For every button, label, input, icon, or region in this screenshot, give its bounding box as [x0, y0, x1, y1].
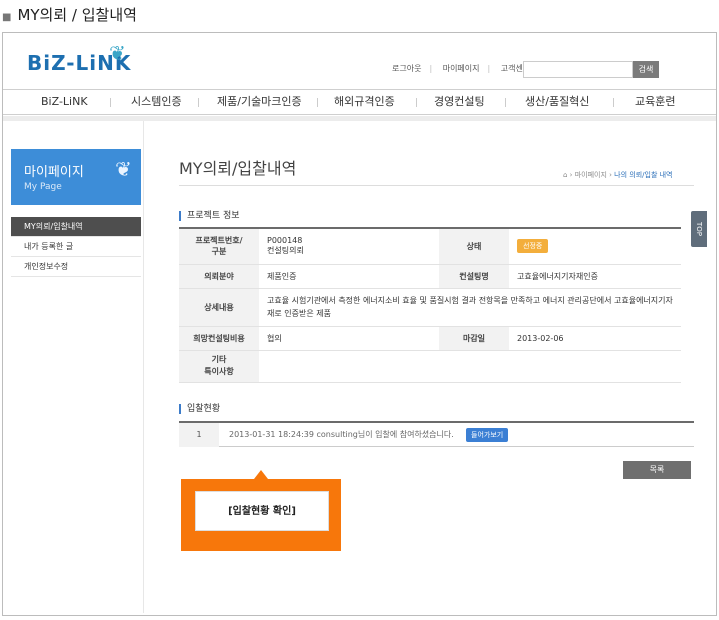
top-button[interactable]: TOP — [691, 211, 707, 247]
nav-band — [3, 116, 716, 121]
nav-bizlink[interactable]: BiZ-LiNK — [41, 90, 88, 114]
main-nav: BiZ-LiNK 시스템인증 제품/기술마크인증 해외규격인증 경영컨설팅 생산… — [3, 89, 716, 115]
consult-value: 고효율에너지기자재인증 — [509, 264, 681, 289]
status-cell: 선정중 — [509, 228, 681, 265]
project-info-table: 프로젝트번호/ 구분 P000148 컨설팅의뢰 상태 선정중 의뢰분야 제품인증… — [179, 227, 681, 383]
nav-sep — [110, 98, 111, 107]
section-bid-title: 입찰현황 — [179, 404, 220, 414]
callout-text: [입찰현황 확인] — [195, 491, 329, 531]
project-no-cell: P000148 컨설팅의뢰 — [259, 228, 439, 265]
breadcrumb-current: 나의 의뢰/입찰 내역 — [614, 171, 673, 179]
cost-value: 협의 — [259, 326, 439, 351]
page-title: MY의뢰 / 입찰내역 — [17, 6, 137, 24]
mypage-link[interactable]: 마이페이지 — [443, 64, 480, 73]
section-project-title: 프로젝트 정보 — [179, 211, 240, 221]
nav-overseas-cert[interactable]: 해외규격인증 — [334, 90, 395, 114]
nav-consulting[interactable]: 경영컨설팅 — [434, 90, 485, 114]
annotation-callout: [입찰현황 확인] — [181, 470, 341, 551]
util-links: 로그아웃 | 마이페이지 | 고객센터 — [388, 63, 534, 74]
butterfly-icon: ❦ — [115, 157, 132, 181]
content-heading: MY의뢰/입찰내역 — [179, 159, 297, 178]
nav-product-cert[interactable]: 제품/기술마크인증 — [217, 90, 302, 114]
breadcrumb: ⌂ › 마이페이지 › 나의 의뢰/입찰 내역 — [563, 171, 673, 179]
callout-arrow — [254, 470, 268, 479]
util-sep: | — [487, 64, 491, 73]
side-item-my-posts[interactable]: 내가 등록한 글 — [11, 237, 141, 257]
detail-value: 고효율 시험기관에서 측정한 에너지소비 효율 및 품질시험 결과 전항목을 만… — [259, 288, 681, 327]
side-menu: MY의뢰/입찰내역 내가 등록한 글 개인정보수정 — [11, 217, 141, 277]
view-bid-button[interactable]: 들어가보기 — [466, 428, 509, 442]
side-item-my-requests[interactable]: MY의뢰/입찰내역 — [11, 217, 141, 237]
nav-production[interactable]: 생산/품질혁신 — [525, 90, 589, 114]
list-button[interactable]: 목록 — [623, 461, 691, 479]
etc-value — [259, 350, 681, 383]
heading-divider — [179, 185, 694, 186]
side-item-profile[interactable]: 개인정보수정 — [11, 257, 141, 277]
mypage-subtitle: My Page — [24, 182, 62, 192]
detail-label: 상세내용 — [179, 288, 259, 327]
breadcrumb-mypage[interactable]: 마이페이지 — [575, 171, 607, 179]
field-value: 제품인증 — [259, 264, 439, 289]
nav-sep — [198, 98, 199, 107]
nav-system-cert[interactable]: 시스템인증 — [131, 90, 182, 114]
project-no-label: 프로젝트번호/ 구분 — [179, 228, 259, 265]
column-divider — [143, 121, 144, 613]
bid-number: 1 — [179, 423, 219, 447]
bid-row: 1 2013-01-31 18:24:39 consulting님이 입찰에 참… — [179, 421, 694, 447]
project-no: P000148 — [267, 236, 303, 246]
field-label: 의뢰분야 — [179, 264, 259, 289]
search-button[interactable]: 검색 — [633, 61, 659, 78]
nav-sep — [317, 98, 318, 107]
page-title-bar: ■ MY의뢰 / 입찰내역 — [0, 0, 719, 30]
butterfly-icon: ❦ — [109, 41, 127, 65]
nav-sep — [613, 98, 614, 107]
screenshot-frame: BiZ-LiNK ❦ 로그아웃 | 마이페이지 | 고객센터 검색 BiZ-LiNK … — [2, 32, 717, 616]
deadline-label: 마감일 — [439, 326, 509, 351]
etc-label: 기타 특이사항 — [179, 350, 259, 383]
status-label: 상태 — [439, 228, 509, 265]
consult-label: 컨설팅명 — [439, 264, 509, 289]
util-sep: | — [429, 64, 433, 73]
search-input[interactable] — [523, 61, 633, 78]
status-badge: 선정중 — [517, 239, 549, 254]
site-logo[interactable]: BiZ-LiNK ❦ — [27, 41, 131, 85]
bid-text: 2013-01-31 18:24:39 consulting님이 입찰에 참여하… — [229, 430, 454, 439]
nav-education[interactable]: 교육훈련 — [635, 90, 675, 114]
mypage-title: 마이페이지 — [24, 165, 84, 180]
mypage-header: 마이페이지 My Page ❦ — [11, 149, 141, 205]
cost-label: 희망컨설팅비용 — [179, 326, 259, 351]
logout-link[interactable]: 로그아웃 — [392, 64, 421, 73]
deadline-value: 2013-02-06 — [509, 326, 681, 351]
nav-sep — [416, 98, 417, 107]
nav-sep — [505, 98, 506, 107]
bullet-icon: ■ — [2, 12, 12, 23]
project-type: 컨설팅의뢰 — [267, 246, 304, 256]
home-icon[interactable]: ⌂ — [563, 171, 567, 179]
